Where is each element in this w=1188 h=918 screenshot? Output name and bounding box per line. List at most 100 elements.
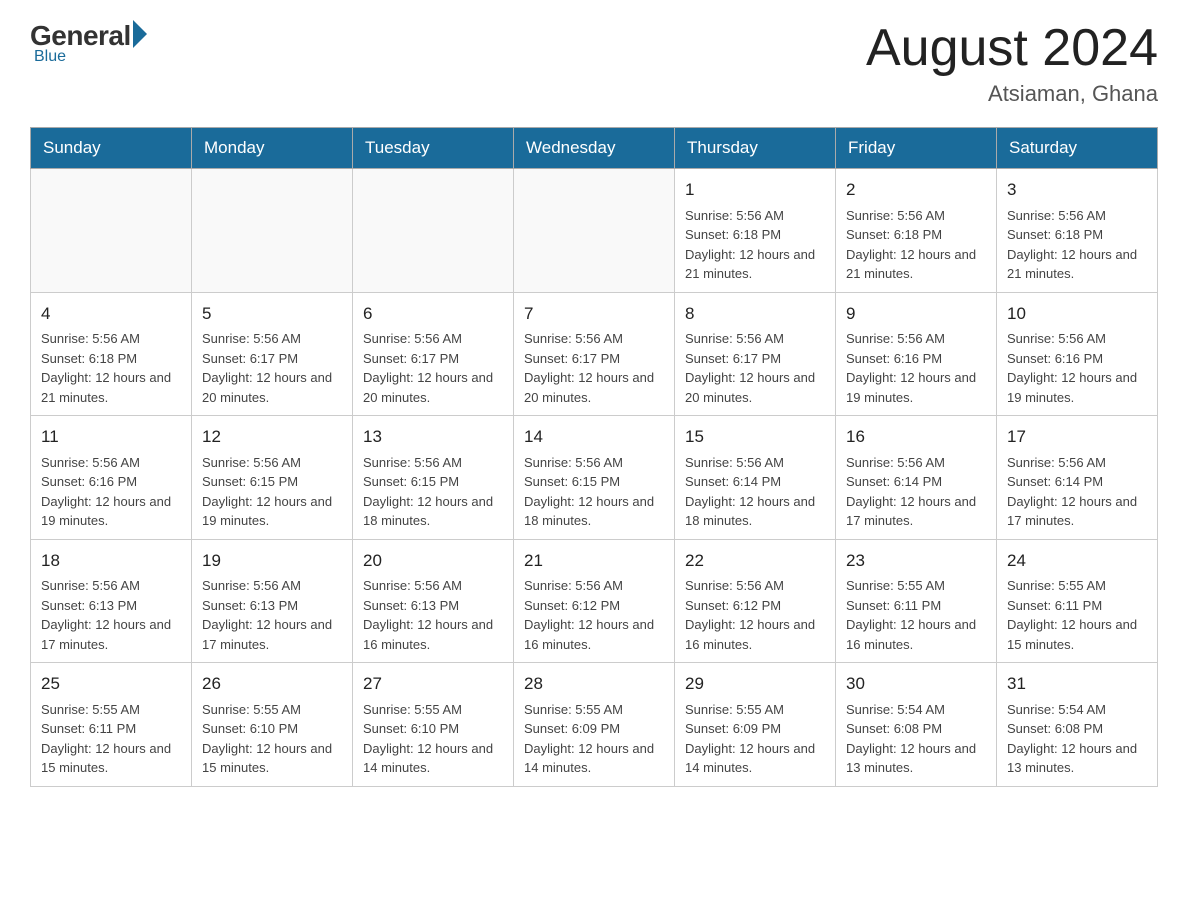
header-tuesday: Tuesday: [353, 128, 514, 169]
header-wednesday: Wednesday: [514, 128, 675, 169]
day-info: Sunrise: 5:56 AMSunset: 6:14 PMDaylight:…: [846, 453, 986, 531]
day-number: 24: [1007, 548, 1147, 574]
table-row: 7Sunrise: 5:56 AMSunset: 6:17 PMDaylight…: [514, 292, 675, 416]
header-saturday: Saturday: [997, 128, 1158, 169]
table-row: 22Sunrise: 5:56 AMSunset: 6:12 PMDayligh…: [675, 539, 836, 663]
day-info: Sunrise: 5:55 AMSunset: 6:11 PMDaylight:…: [846, 576, 986, 654]
day-number: 20: [363, 548, 503, 574]
table-row: 19Sunrise: 5:56 AMSunset: 6:13 PMDayligh…: [192, 539, 353, 663]
day-info: Sunrise: 5:54 AMSunset: 6:08 PMDaylight:…: [1007, 700, 1147, 778]
table-row: [353, 169, 514, 293]
day-number: 23: [846, 548, 986, 574]
day-info: Sunrise: 5:56 AMSunset: 6:18 PMDaylight:…: [1007, 206, 1147, 284]
table-row: 21Sunrise: 5:56 AMSunset: 6:12 PMDayligh…: [514, 539, 675, 663]
table-row: 11Sunrise: 5:56 AMSunset: 6:16 PMDayligh…: [31, 416, 192, 540]
day-info: Sunrise: 5:56 AMSunset: 6:16 PMDaylight:…: [41, 453, 181, 531]
day-number: 2: [846, 177, 986, 203]
day-number: 29: [685, 671, 825, 697]
table-row: 20Sunrise: 5:56 AMSunset: 6:13 PMDayligh…: [353, 539, 514, 663]
day-number: 31: [1007, 671, 1147, 697]
calendar-week-row: 18Sunrise: 5:56 AMSunset: 6:13 PMDayligh…: [31, 539, 1158, 663]
day-number: 21: [524, 548, 664, 574]
day-info: Sunrise: 5:56 AMSunset: 6:18 PMDaylight:…: [41, 329, 181, 407]
day-info: Sunrise: 5:56 AMSunset: 6:17 PMDaylight:…: [202, 329, 342, 407]
table-row: 1 Sunrise: 5:56 AMSunset: 6:18 PMDaylight…: [675, 169, 836, 293]
day-info: Sunrise: 5:56 AMSunset: 6:13 PMDaylight:…: [202, 576, 342, 654]
table-row: 3 Sunrise: 5:56 AMSunset: 6:18 PMDaylight…: [997, 169, 1158, 293]
header-thursday: Thursday: [675, 128, 836, 169]
day-info: Sunrise: 5:56 AMSunset: 6:15 PMDaylight:…: [363, 453, 503, 531]
table-row: 6Sunrise: 5:56 AMSunset: 6:17 PMDaylight…: [353, 292, 514, 416]
table-row: 9Sunrise: 5:56 AMSunset: 6:16 PMDaylight…: [836, 292, 997, 416]
day-number: 6: [363, 301, 503, 327]
day-info: Sunrise: 5:56 AMSunset: 6:18 PMDaylight:…: [685, 206, 825, 284]
day-info: Sunrise: 5:56 AMSunset: 6:15 PMDaylight:…: [202, 453, 342, 531]
day-number: 28: [524, 671, 664, 697]
day-info: Sunrise: 5:55 AMSunset: 6:11 PMDaylight:…: [41, 700, 181, 778]
day-number: 18: [41, 548, 181, 574]
location-title: Atsiaman, Ghana: [866, 81, 1158, 107]
day-number: 26: [202, 671, 342, 697]
table-row: 25 Sunrise: 5:55 AMSunset: 6:11 PMDayligh…: [31, 663, 192, 787]
day-number: 3: [1007, 177, 1147, 203]
calendar-week-row: 11Sunrise: 5:56 AMSunset: 6:16 PMDayligh…: [31, 416, 1158, 540]
day-number: 15: [685, 424, 825, 450]
logo: General Blue: [30, 20, 147, 66]
table-row: 10Sunrise: 5:56 AMSunset: 6:16 PMDayligh…: [997, 292, 1158, 416]
table-row: 4Sunrise: 5:56 AMSunset: 6:18 PMDaylight…: [31, 292, 192, 416]
day-info: Sunrise: 5:56 AMSunset: 6:16 PMDaylight:…: [846, 329, 986, 407]
day-info: Sunrise: 5:55 AMSunset: 6:10 PMDaylight:…: [202, 700, 342, 778]
table-row: 8Sunrise: 5:56 AMSunset: 6:17 PMDaylight…: [675, 292, 836, 416]
table-row: 29 Sunrise: 5:55 AMSunset: 6:09 PMDayligh…: [675, 663, 836, 787]
month-year-title: August 2024: [866, 20, 1158, 77]
header-friday: Friday: [836, 128, 997, 169]
table-row: 31 Sunrise: 5:54 AMSunset: 6:08 PMDayligh…: [997, 663, 1158, 787]
table-row: 18Sunrise: 5:56 AMSunset: 6:13 PMDayligh…: [31, 539, 192, 663]
day-info: Sunrise: 5:55 AMSunset: 6:09 PMDaylight:…: [685, 700, 825, 778]
day-info: Sunrise: 5:56 AMSunset: 6:13 PMDaylight:…: [363, 576, 503, 654]
day-info: Sunrise: 5:56 AMSunset: 6:15 PMDaylight:…: [524, 453, 664, 531]
day-info: Sunrise: 5:56 AMSunset: 6:18 PMDaylight:…: [846, 206, 986, 284]
table-row: 2 Sunrise: 5:56 AMSunset: 6:18 PMDaylight…: [836, 169, 997, 293]
table-row: 16 Sunrise: 5:56 AMSunset: 6:14 PMDayligh…: [836, 416, 997, 540]
calendar-table: Sunday Monday Tuesday Wednesday Thursday…: [30, 127, 1158, 787]
table-row: 5Sunrise: 5:56 AMSunset: 6:17 PMDaylight…: [192, 292, 353, 416]
day-number: 19: [202, 548, 342, 574]
day-info: Sunrise: 5:55 AMSunset: 6:09 PMDaylight:…: [524, 700, 664, 778]
day-number: 4: [41, 301, 181, 327]
table-row: 27Sunrise: 5:55 AMSunset: 6:10 PMDayligh…: [353, 663, 514, 787]
table-row: [514, 169, 675, 293]
day-info: Sunrise: 5:54 AMSunset: 6:08 PMDaylight:…: [846, 700, 986, 778]
table-row: 12 Sunrise: 5:56 AMSunset: 6:15 PMDayligh…: [192, 416, 353, 540]
calendar-week-row: 25 Sunrise: 5:55 AMSunset: 6:11 PMDayligh…: [31, 663, 1158, 787]
calendar-header-row: Sunday Monday Tuesday Wednesday Thursday…: [31, 128, 1158, 169]
table-row: 17Sunrise: 5:56 AMSunset: 6:14 PMDayligh…: [997, 416, 1158, 540]
table-row: 14Sunrise: 5:56 AMSunset: 6:15 PMDayligh…: [514, 416, 675, 540]
day-info: Sunrise: 5:56 AMSunset: 6:12 PMDaylight:…: [524, 576, 664, 654]
day-info: Sunrise: 5:56 AMSunset: 6:14 PMDaylight:…: [685, 453, 825, 531]
calendar-week-row: 1 Sunrise: 5:56 AMSunset: 6:18 PMDaylight…: [31, 169, 1158, 293]
table-row: 23Sunrise: 5:55 AMSunset: 6:11 PMDayligh…: [836, 539, 997, 663]
day-number: 25: [41, 671, 181, 697]
day-number: 22: [685, 548, 825, 574]
calendar-week-row: 4Sunrise: 5:56 AMSunset: 6:18 PMDaylight…: [31, 292, 1158, 416]
day-info: Sunrise: 5:56 AMSunset: 6:13 PMDaylight:…: [41, 576, 181, 654]
day-number: 16: [846, 424, 986, 450]
day-info: Sunrise: 5:56 AMSunset: 6:14 PMDaylight:…: [1007, 453, 1147, 531]
logo-triangle-icon: [133, 20, 147, 48]
page-header: General Blue August 2024 Atsiaman, Ghana: [30, 20, 1158, 107]
day-number: 5: [202, 301, 342, 327]
day-info: Sunrise: 5:56 AMSunset: 6:17 PMDaylight:…: [524, 329, 664, 407]
day-number: 30: [846, 671, 986, 697]
table-row: [31, 169, 192, 293]
day-number: 8: [685, 301, 825, 327]
table-row: 30 Sunrise: 5:54 AMSunset: 6:08 PMDayligh…: [836, 663, 997, 787]
header-monday: Monday: [192, 128, 353, 169]
table-row: 24Sunrise: 5:55 AMSunset: 6:11 PMDayligh…: [997, 539, 1158, 663]
table-row: 26 Sunrise: 5:55 AMSunset: 6:10 PMDayligh…: [192, 663, 353, 787]
title-section: August 2024 Atsiaman, Ghana: [866, 20, 1158, 107]
day-number: 12: [202, 424, 342, 450]
day-number: 1: [685, 177, 825, 203]
day-info: Sunrise: 5:56 AMSunset: 6:17 PMDaylight:…: [363, 329, 503, 407]
table-row: 15 Sunrise: 5:56 AMSunset: 6:14 PMDayligh…: [675, 416, 836, 540]
